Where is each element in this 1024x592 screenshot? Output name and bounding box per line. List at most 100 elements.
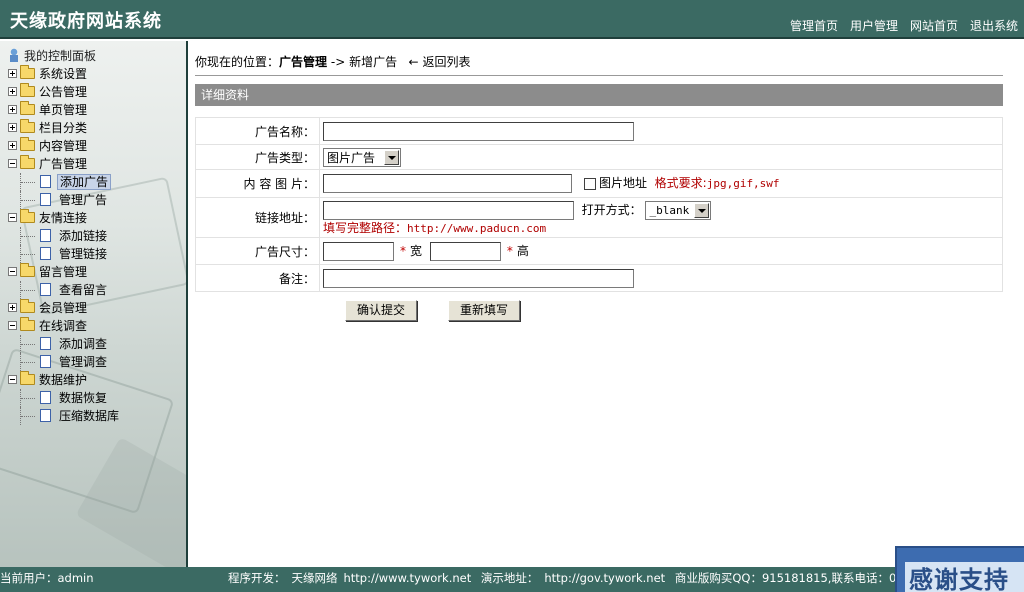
current-user: 当前用户：admin [0, 571, 94, 585]
sidebar-item[interactable]: 压缩数据库 [0, 407, 186, 425]
demo-label: 演示地址： [480, 571, 539, 585]
sidebar-group[interactable]: 单页管理 [0, 101, 186, 119]
link-hint-value: http://www.paducn.com [407, 222, 547, 235]
sidebar-group[interactable]: 留言管理 [0, 263, 186, 281]
collapse-icon[interactable] [8, 213, 17, 222]
sidebar-group[interactable]: 内容管理 [0, 137, 186, 155]
breadcrumb-arrow: -> [330, 55, 346, 69]
sidebar-group[interactable]: 系统设置 [0, 65, 186, 83]
tree-connector [20, 353, 36, 371]
collapse-icon[interactable] [8, 321, 17, 330]
document-icon [40, 193, 51, 206]
link-url-input[interactable] [323, 201, 574, 220]
expand-icon[interactable] [8, 105, 17, 114]
folder-icon [20, 263, 35, 277]
tree-connector [20, 191, 36, 209]
app-title: 天缘政府网站系统 [10, 11, 162, 32]
collapse-icon[interactable] [8, 267, 17, 276]
document-icon [40, 355, 51, 368]
reset-button[interactable]: 重新填写 [448, 300, 520, 321]
nav-logout[interactable]: 退出系统 [970, 17, 1018, 34]
ad-height-input[interactable] [429, 241, 501, 261]
height-label: 高 [516, 243, 529, 258]
sidebar-item-label: 数据恢复 [59, 391, 108, 405]
section-title-bar: 详细资料 [195, 84, 1003, 106]
nav-tree: 我的控制面板 系统设置公告管理单页管理栏目分类内容管理广告管理 添加广告 管理广告友… [0, 47, 186, 425]
nav-site-home[interactable]: 网站首页 [910, 17, 958, 34]
sidebar-group[interactable]: 广告管理 [0, 155, 186, 173]
ad-form: 广告名称： 广告类型： 图片广告 内 容 图 片： 图片地址 格式要求:jpg,… [195, 117, 1003, 292]
back-to-list-link[interactable]: 返回列表 [422, 55, 470, 69]
sidebar-item[interactable]: 管理调查 [0, 353, 186, 371]
tree-connector [20, 389, 36, 407]
image-url-checkbox[interactable] [584, 177, 596, 190]
sidebar-group-label: 公告管理 [39, 85, 88, 99]
sidebar-group[interactable]: 栏目分类 [0, 119, 186, 137]
breadcrumb-section[interactable]: 广告管理 [279, 55, 327, 69]
tree-connector [20, 173, 36, 191]
demo-url-link[interactable]: http://gov.tywork.net [544, 571, 665, 585]
expand-icon[interactable] [8, 123, 17, 132]
expand-icon[interactable] [8, 303, 17, 312]
nav-admin-home[interactable]: 管理首页 [790, 17, 838, 34]
dev-name: 天缘网络 [291, 571, 338, 585]
chevron-down-icon [694, 203, 710, 218]
folder-icon [20, 299, 35, 313]
format-hint-label: 格式要求: [654, 176, 707, 190]
expand-icon[interactable] [8, 87, 17, 96]
open-mode-value: _blank [649, 204, 690, 217]
sidebar-group-label: 友情连接 [39, 211, 88, 225]
sidebar-item[interactable]: 管理链接 [0, 245, 186, 263]
sidebar-item[interactable]: 查看留言 [0, 281, 186, 299]
open-mode-select[interactable]: _blank [645, 201, 712, 220]
document-icon [40, 175, 51, 188]
sidebar-group[interactable]: 公告管理 [0, 83, 186, 101]
sidebar-item-label: 添加广告 [57, 174, 112, 190]
folder-icon [20, 119, 35, 133]
folder-icon [20, 65, 35, 79]
tree-connector [20, 227, 36, 245]
required-star: * [506, 243, 513, 258]
nav-user-management[interactable]: 用户管理 [850, 17, 898, 34]
ad-width-input[interactable] [323, 241, 394, 261]
required-star: * [400, 243, 406, 258]
thanks-support-badge[interactable]: 感谢支持 [895, 546, 1024, 592]
sidebar-group[interactable]: 在线调查 [0, 317, 186, 335]
dev-url-link[interactable]: http://www.tywork.net [344, 571, 472, 585]
sidebar-group-label: 在线调查 [39, 319, 88, 333]
sidebar-item[interactable]: 管理广告 [0, 191, 186, 209]
top-nav: 管理首页 用户管理 网站首页 退出系统 [778, 17, 1018, 34]
document-icon [40, 247, 51, 260]
collapse-icon[interactable] [8, 159, 17, 168]
ad-type-label: 广告类型： [195, 144, 320, 170]
sidebar-item-label: 压缩数据库 [59, 409, 120, 423]
collapse-icon[interactable] [8, 375, 17, 384]
note-input[interactable] [323, 268, 634, 288]
expand-icon[interactable] [8, 141, 17, 150]
sidebar-group[interactable]: 数据维护 [0, 371, 186, 389]
expand-icon[interactable] [8, 69, 17, 78]
content-image-input[interactable] [323, 174, 572, 193]
tree-root[interactable]: 我的控制面板 [0, 47, 186, 65]
tree-connector [20, 245, 36, 263]
sidebar-item[interactable]: 添加调查 [0, 335, 186, 353]
sidebar-group-label: 栏目分类 [39, 121, 88, 135]
link-hint-label: 填写完整路径： [323, 221, 408, 235]
sidebar-group[interactable]: 友情连接 [0, 209, 186, 227]
content-image-label: 内 容 图 片： [195, 169, 320, 198]
sidebar-group[interactable]: 会员管理 [0, 299, 186, 317]
sidebar-item[interactable]: 数据恢复 [0, 389, 186, 407]
ad-type-select[interactable]: 图片广告 [323, 147, 401, 167]
ad-name-input[interactable] [323, 121, 634, 141]
tree-connector [20, 407, 36, 425]
document-icon [40, 337, 51, 350]
sidebar-item-label: 添加链接 [59, 229, 108, 243]
breadcrumb-current: 新增广告 [349, 55, 398, 69]
sidebar-group-label: 内容管理 [39, 139, 88, 153]
ad-type-value: 图片广告 [327, 150, 376, 165]
tree-root-label: 我的控制面板 [24, 49, 97, 63]
sidebar-item[interactable]: 添加广告 [0, 173, 186, 191]
sidebar-item[interactable]: 添加链接 [0, 227, 186, 245]
chevron-down-icon [384, 149, 399, 165]
submit-button[interactable]: 确认提交 [345, 300, 417, 321]
